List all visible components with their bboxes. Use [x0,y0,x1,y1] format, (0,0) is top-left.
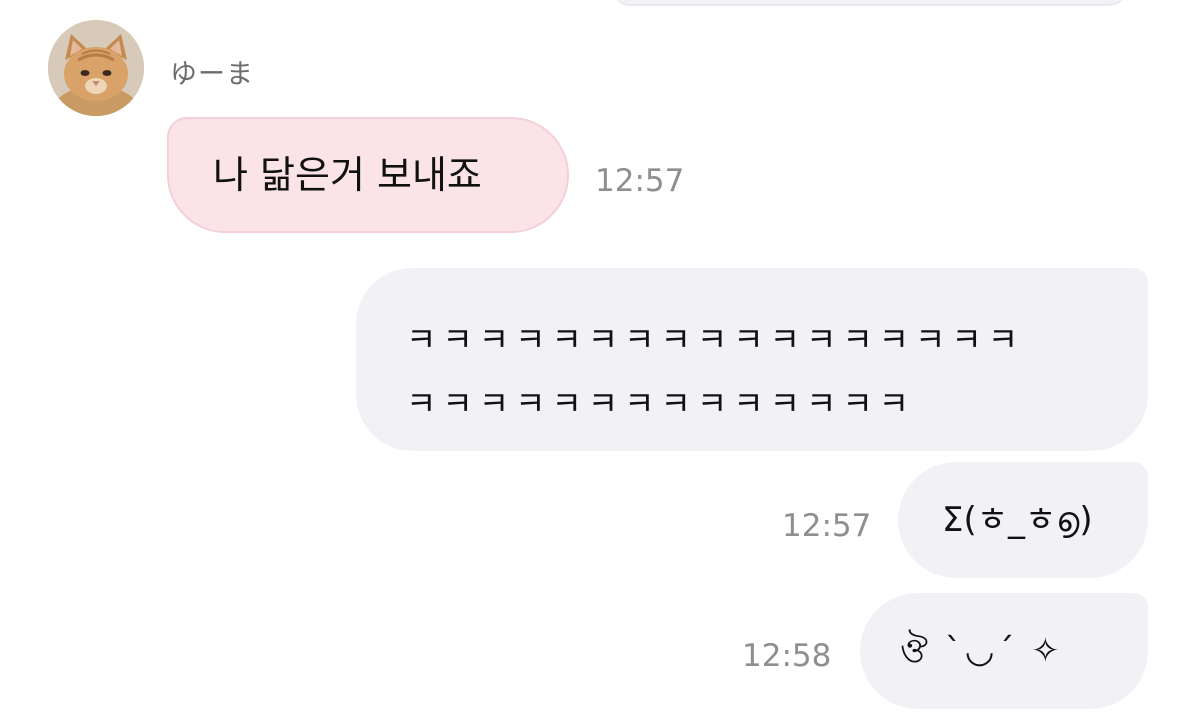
outgoing-message-bubble[interactable]: Σ(ㅎ_ㅎ൭) [898,462,1148,578]
avatar[interactable] [48,20,144,116]
message-text: ঔ ˋ◡ˊ ✧ [900,631,1063,671]
cat-photo-icon [48,20,144,116]
message-text-line: ㅋㅋㅋㅋㅋㅋㅋㅋㅋㅋㅋㅋㅋㅋ [406,384,916,423]
previous-message-bubble[interactable] [612,0,1127,6]
message-text: Σ(ㅎ_ㅎ൭) [942,500,1093,540]
outgoing-message-bubble[interactable]: ㅋㅋㅋㅋㅋㅋㅋㅋㅋㅋㅋㅋㅋㅋㅋㅋㅋ ㅋㅋㅋㅋㅋㅋㅋㅋㅋㅋㅋㅋㅋㅋ [356,268,1148,451]
incoming-message-bubble[interactable]: 나 닮은거 보내죠 [167,117,569,233]
message-timestamp: 12:57 [782,508,872,544]
message-timestamp: 12:58 [742,638,832,674]
outgoing-message-bubble[interactable]: ঔ ˋ◡ˊ ✧ [860,593,1148,709]
sender-name: ゆーま [170,59,254,90]
message-timestamp: 12:57 [595,163,685,199]
message-text: 나 닮은거 보내죠 [213,153,482,197]
chat-thread: ゆーま 나 닮은거 보내죠 12:57 ㅋㅋㅋㅋㅋㅋㅋㅋㅋㅋㅋㅋㅋㅋㅋㅋㅋ ㅋㅋ… [0,0,1200,726]
message-text-line: ㅋㅋㅋㅋㅋㅋㅋㅋㅋㅋㅋㅋㅋㅋㅋㅋㅋ [406,320,1025,359]
